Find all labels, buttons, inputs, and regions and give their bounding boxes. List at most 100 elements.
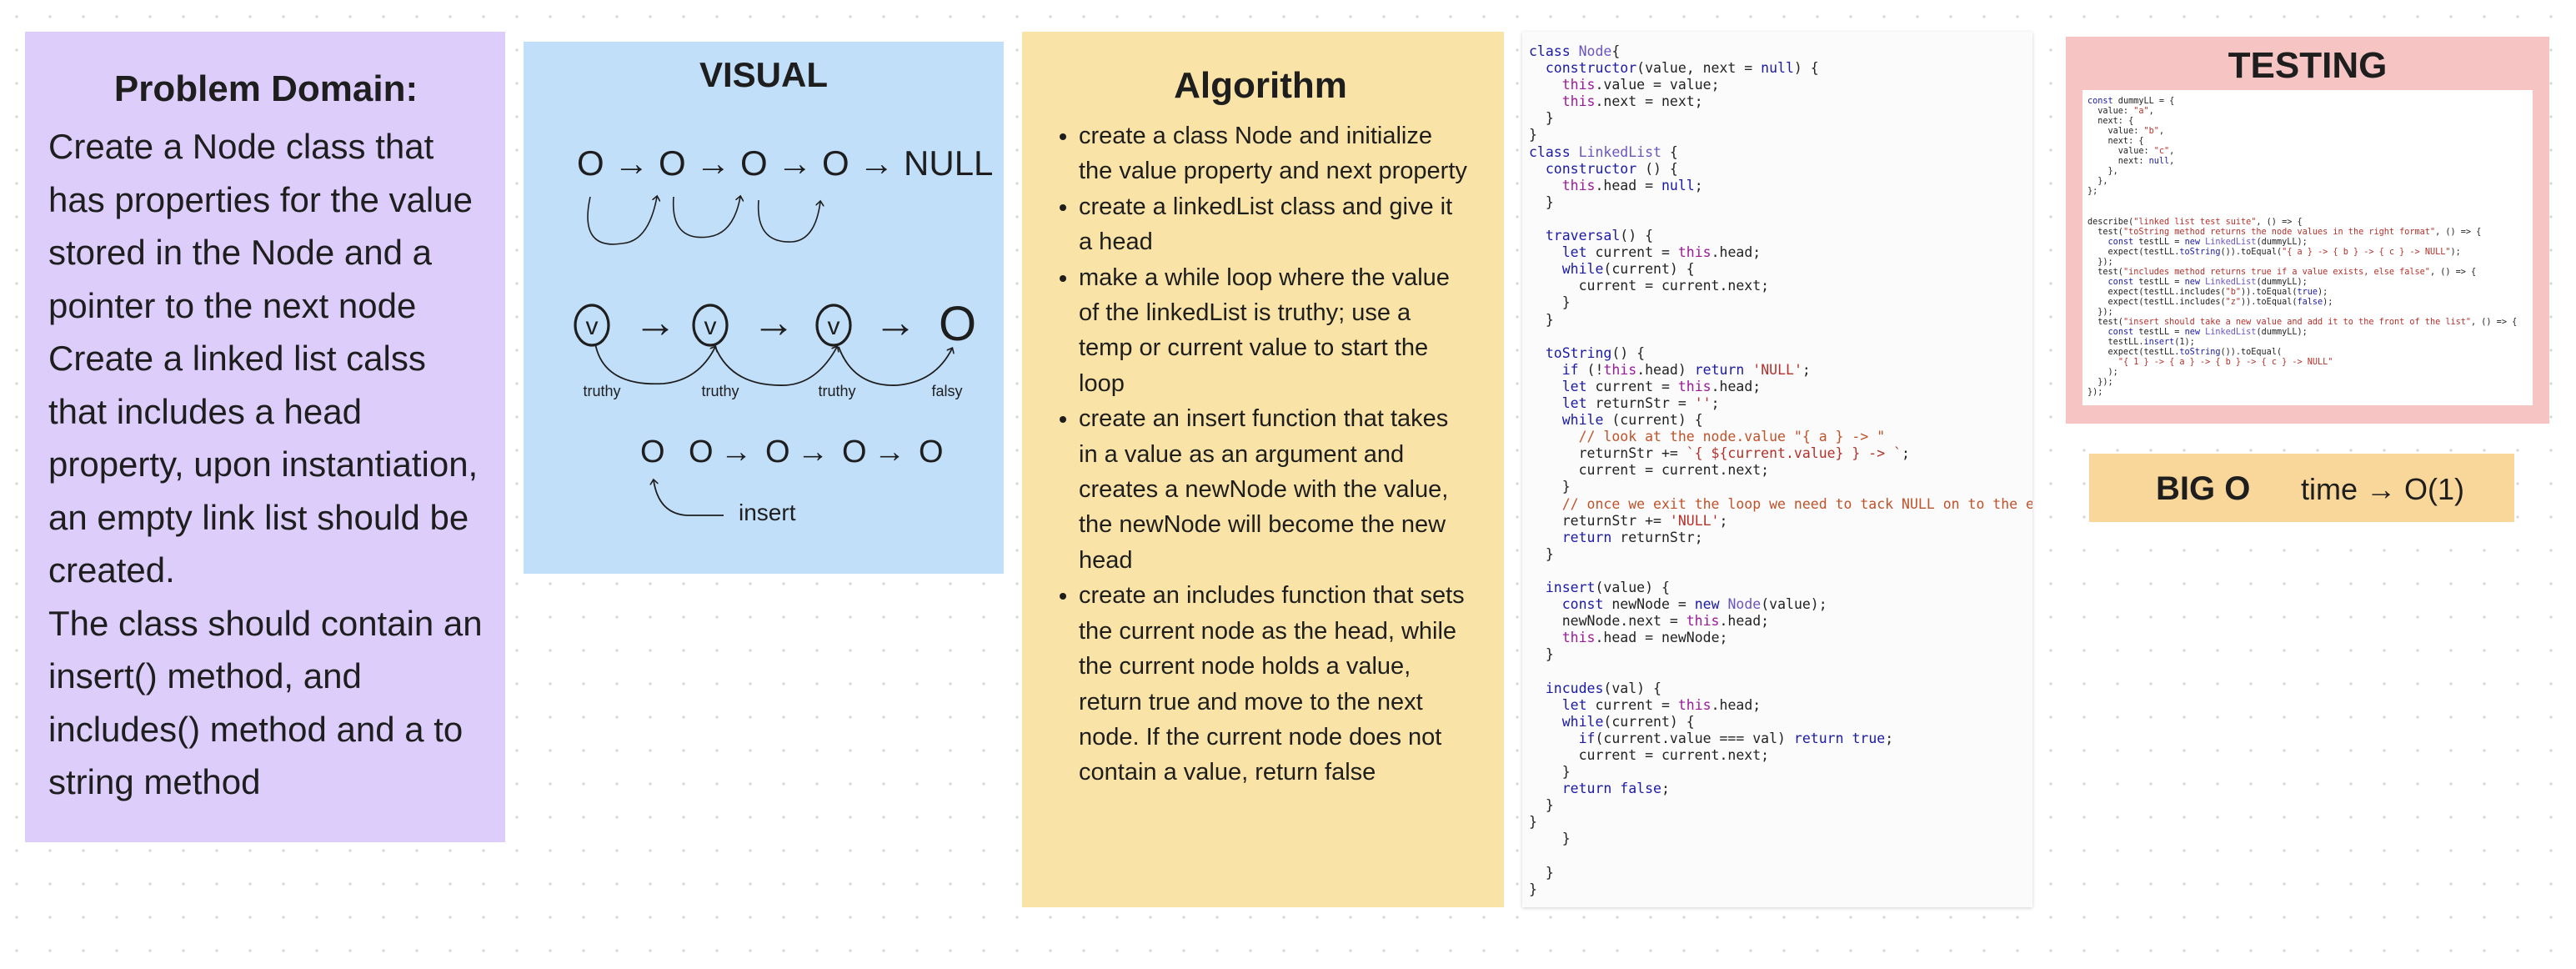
code-line: let current = this.head; [1561,378,1762,394]
testing-card: TESTING const dummyLL = { value: "a", ne… [2066,37,2549,424]
row2-arrow: → [874,299,917,347]
code-line: } [1529,127,1537,143]
code-line: const newNode = new Node(value); [1561,596,1827,613]
algorithm-step: make a while loop where the value of the… [1079,260,1471,402]
visual-sketch: O → O → O → O → NULL v → v → v → O truth… [574,143,993,525]
code-line: } [1529,646,1554,663]
test-code-line: }); [2087,378,2113,388]
test-code-line [2087,208,2533,218]
code-line: while(current) { [1561,713,1695,730]
test-code-line: const testLL = new LinkedList(dummyLL); [2107,237,2308,247]
row1-list: O → O → O → O → NULL [577,143,993,183]
test-code-line: next: { [2087,137,2144,147]
code-line: } [1529,881,1537,897]
algorithm-step: create a class Node and initialize the v… [1079,118,1471,189]
problem-domain-text: Create a Node class that has properties … [48,120,484,809]
row2-node: v [828,313,840,340]
code-card: class Node{ constructor(value, next = nu… [1522,32,2032,907]
row2-node: v [586,313,599,340]
code-line: returnStr += `{ ${current.value} } -> `; [1529,445,1910,462]
code-line: this.head = null; [1561,177,1703,193]
test-code-line: test("toString method returns the node v… [2087,227,2482,237]
row2-node: O [939,297,976,351]
row1-curve-arrow [672,197,740,238]
row2-curve-arrow [714,347,837,386]
row2-curve-arrow [594,343,715,385]
code-line: // once we exit the loop we need to tack… [1561,495,2032,512]
code-line: class LinkedList { [1529,143,1678,160]
test-code-line: const dummyLL = { [2087,97,2175,106]
big-o-value: time → O(1) [2301,472,2465,506]
code-line: constructor(value, next = null) { [1545,60,1819,77]
code-line: constructor () { [1545,160,1678,177]
code-line: let current = this.head; [1561,696,1762,713]
test-code-line: expect(testLL.toString()).toEqual( [2087,348,2283,358]
code-block: class Node{ constructor(value, next = nu… [1529,43,2032,898]
test-code-line: next: null, [2087,157,2175,167]
code-line: newNode.next = this.head; [1529,613,1770,630]
row2-label: truthy [818,383,855,399]
code-line: incudes(val) { [1545,680,1661,696]
big-o-card: BIG O time → O(1) [2089,454,2514,522]
test-code-block: const dummyLL = { value: "a", next: { va… [2087,97,2533,398]
test-code-line: expect(testLL.toString()).toEqual("{ a }… [2087,247,2461,257]
code-line: } [1529,479,1571,495]
test-code-line: const testLL = new LinkedList(dummyLL); [2107,328,2308,338]
code-line: // look at the node.value "{ a } -> " [1578,429,1886,445]
code-line: class Node{ [1529,43,1621,59]
algorithm-card: Algorithm create a class Node and initia… [1022,32,1504,907]
row3-node: O [765,434,790,469]
test-code-line: value: "c", [2087,147,2175,157]
code-line: return returnStr; [1561,529,1703,545]
code-line: } [1529,831,1571,847]
test-code-line: value: "b", [2087,127,2165,137]
row3-node: O [689,434,714,469]
test-code-line: }); [2087,307,2113,317]
code-line: this.head = newNode; [1561,630,1728,646]
test-code-line: "{ 1 } -> { a } -> { b } -> { c } -> NUL… [2117,358,2333,368]
problem-paragraph: Create a Node class that has properties … [48,127,473,325]
test-code-line: }); [2087,257,2113,267]
row2-label: truthy [701,383,739,399]
row3-arrow: → [874,434,905,469]
test-code-line: expect(testLL.includes("z")).toEqual(fal… [2087,297,2333,307]
row2-curve-arrow [838,346,952,386]
code-line: } [1529,193,1554,210]
test-code-line: test("includes method returns true if a … [2087,267,2477,277]
problem-paragraph: Create a linked list calss that includes… [48,339,479,590]
code-line: this.value = value; [1561,77,1720,93]
code-line: traversal() { [1545,228,1654,244]
test-code-line: testLL.insert(1); [2087,338,2195,348]
insert-curve-arrow [654,480,724,516]
code-line: if (!this.head) return 'NULL'; [1561,361,1811,378]
test-code-line: next: { [2087,117,2134,127]
algorithm-step: create an insert function that takes in … [1079,401,1471,578]
code-line: let returnStr = ''; [1561,394,1720,411]
test-code-line: }, [2087,177,2108,187]
code-line: } [1529,797,1554,814]
code-line: } [1529,814,1537,831]
algorithm-step: create a linkedList class and give it a … [1079,189,1471,260]
test-code-line: }; [2087,187,2098,197]
test-code-line: test("insert should take a new value and… [2087,318,2518,328]
code-line: } [1529,864,1554,881]
code-line: while(current) { [1561,261,1695,278]
test-code-line: const testLL = new LinkedList(dummyLL); [2107,277,2308,287]
algorithm-list: create a class Node and initialize the v… [1050,118,1471,791]
test-code-line: expect(testLL.includes("b")).toEqual(tru… [2087,287,2328,297]
row3-node: O [640,434,665,469]
problem-paragraph: The class should contain an insert() met… [48,603,483,802]
test-code-line [2087,197,2533,207]
testing-code-panel: const dummyLL = { value: "a", next: { va… [2082,90,2533,405]
code-line: } [1529,545,1554,562]
row3-node: O [919,434,944,469]
test-code-line: describe("linked list test suite", () =>… [2087,217,2303,227]
code-line: } [1529,110,1554,127]
row2-label: truthy [583,383,620,399]
algorithm-step: create an includes function that sets th… [1079,578,1471,790]
code-line: current = current.next; [1529,746,1770,763]
code-line: current = current.next; [1529,278,1770,294]
